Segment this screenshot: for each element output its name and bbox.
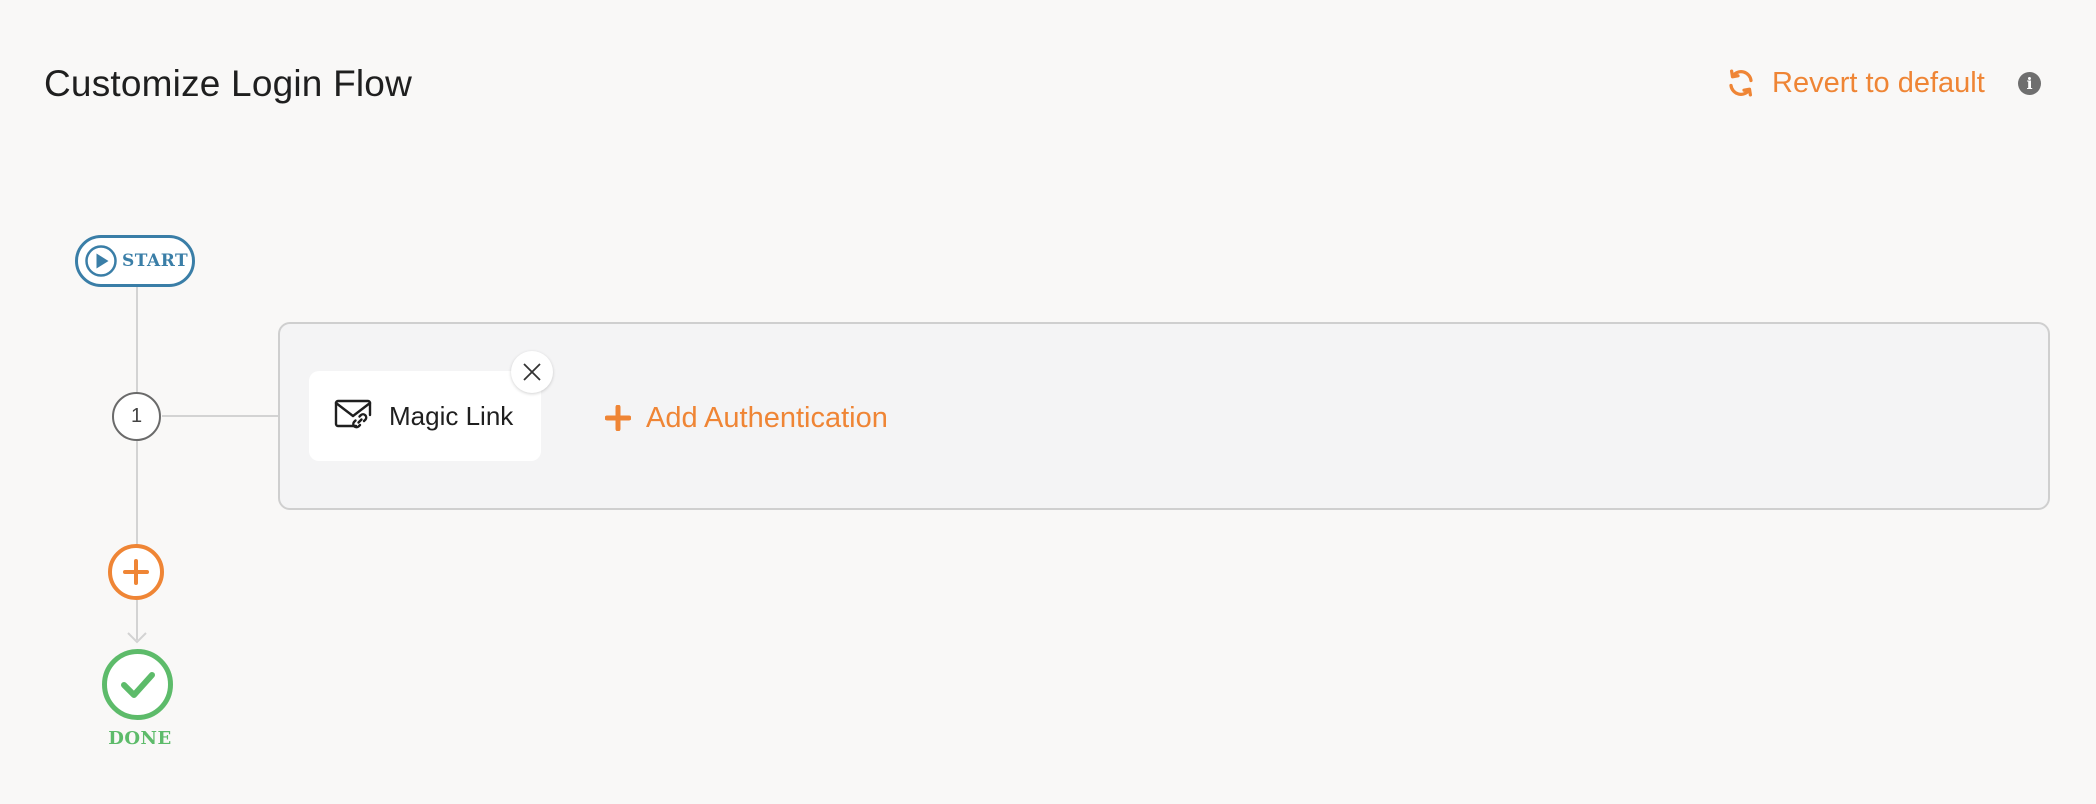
auth-method-card[interactable]: Magic Link [309, 371, 541, 461]
start-node: START [75, 235, 195, 287]
play-icon [85, 245, 117, 277]
step-connector [162, 415, 279, 417]
add-authentication-label: Add Authentication [646, 401, 888, 434]
page-title: Customize Login Flow [44, 62, 412, 104]
done-label: DONE [108, 728, 172, 749]
start-label: START [122, 251, 189, 271]
auth-method-label: Magic Link [389, 400, 514, 431]
revert-to-default-label: Revert to default [1772, 66, 1985, 99]
done-node [102, 649, 173, 720]
close-icon [523, 363, 541, 381]
auth-step-panel [278, 322, 2050, 510]
step-number-badge: 1 [112, 392, 161, 441]
checkmark-icon [120, 671, 155, 698]
chevron-down-icon [127, 632, 147, 644]
envelope-link-icon [334, 399, 372, 429]
remove-auth-method-button[interactable] [511, 351, 553, 393]
info-icon[interactable]: i [2018, 72, 2041, 95]
add-step-button[interactable] [108, 544, 164, 600]
flow-connector-top [136, 287, 138, 393]
plus-icon [123, 559, 149, 585]
add-authentication-button[interactable]: Add Authentication [605, 396, 888, 440]
plus-icon [605, 405, 631, 431]
refresh-icon [1726, 68, 1756, 98]
flow-connector-middle [136, 441, 138, 545]
revert-to-default-button[interactable]: Revert to default [1726, 62, 1985, 104]
